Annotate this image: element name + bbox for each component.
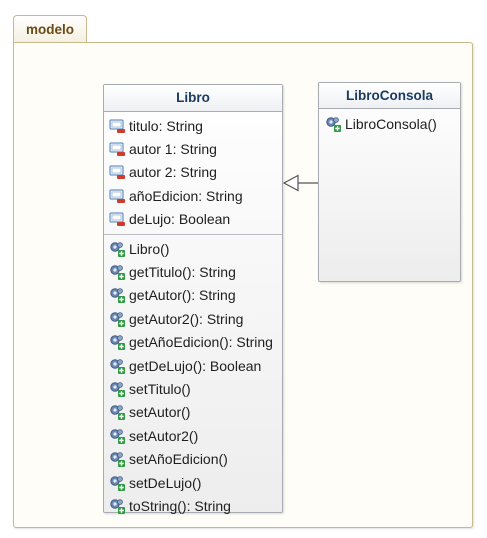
generalization-arrow[interactable] bbox=[0, 0, 487, 538]
